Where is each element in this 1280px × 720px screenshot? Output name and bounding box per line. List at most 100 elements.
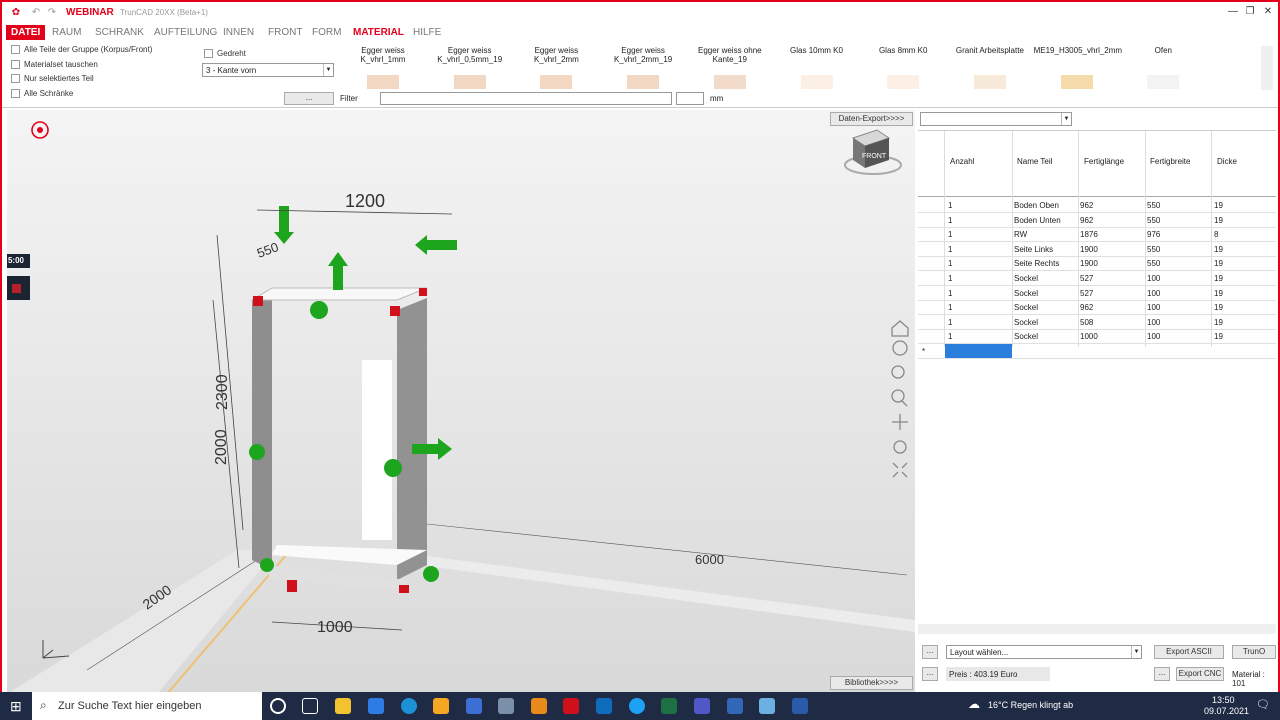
app-icon-3[interactable]: [531, 698, 547, 714]
zoom-icon[interactable]: [891, 389, 905, 403]
table-row[interactable]: 1 RW 1876 976 8: [918, 227, 1276, 243]
material-swatch[interactable]: [367, 75, 399, 89]
table-cell[interactable]: 1: [948, 332, 952, 341]
kante-select[interactable]: 3 - Kante vorn ▼: [202, 63, 334, 77]
material-label[interactable]: Egger weiss K_vhrl_0,5mm_19: [427, 46, 513, 64]
table-row[interactable]: 1 Sockel 962 100 19: [918, 300, 1276, 316]
table-cell[interactable]: Seite Rechts: [1014, 259, 1059, 268]
export-ascii-button[interactable]: Export ASCII: [1154, 645, 1224, 659]
clock-time[interactable]: 13:50: [1212, 695, 1235, 705]
material-label[interactable]: ME19_H3005_vhrl_2mm: [1034, 46, 1123, 55]
table-cell[interactable]: 1876: [1080, 230, 1098, 239]
table-cell[interactable]: 19: [1214, 245, 1223, 254]
redo-icon[interactable]: ↷: [46, 7, 58, 19]
material-swatch[interactable]: [887, 75, 920, 89]
col-anzahl[interactable]: Anzahl: [950, 157, 974, 166]
app-icon-5[interactable]: [759, 698, 775, 714]
material-label[interactable]: Glas 8mm K0: [860, 46, 946, 55]
table-cell[interactable]: 19: [1214, 201, 1223, 210]
cortana-icon[interactable]: [270, 698, 286, 714]
menu-aufteilung[interactable]: AUFTEILUNG: [154, 27, 217, 38]
table-cell[interactable]: 962: [1080, 216, 1093, 225]
material-swatch[interactable]: [800, 75, 833, 89]
table-cell[interactable]: Sockel: [1014, 318, 1038, 327]
orbit-icon[interactable]: [892, 340, 908, 356]
truncad-icon[interactable]: [563, 698, 579, 714]
pan-icon[interactable]: [892, 414, 908, 430]
table-cell[interactable]: RW: [1014, 230, 1027, 239]
record-button[interactable]: [7, 276, 30, 300]
menu-raum[interactable]: RAUM: [52, 27, 81, 38]
layout-top-select[interactable]: ▼: [920, 112, 1072, 126]
trun-button[interactable]: TrunO: [1232, 645, 1276, 659]
menu-form[interactable]: FORM: [312, 27, 341, 38]
rotate-icon[interactable]: [893, 440, 907, 454]
col-dicke[interactable]: Dicke: [1217, 157, 1237, 166]
table-cell[interactable]: 1: [948, 289, 952, 298]
table-cell[interactable]: 1: [948, 318, 952, 327]
table-cell[interactable]: 1: [948, 216, 952, 225]
windows-start-icon[interactable]: ⊞: [10, 698, 22, 715]
table-cell[interactable]: 19: [1214, 216, 1223, 225]
table-cell[interactable]: 8: [1214, 230, 1218, 239]
table-cell[interactable]: Sockel: [1014, 303, 1038, 312]
material-label[interactable]: Granit Arbeitsplatte: [947, 46, 1033, 55]
table-cell[interactable]: 1900: [1080, 245, 1098, 254]
table-cell[interactable]: 1900: [1080, 259, 1098, 268]
taskbar-search[interactable]: Zur Suche Text hier eingeben: [32, 692, 262, 720]
table-row[interactable]: 1 Sockel 508 100 19: [918, 315, 1276, 330]
table-cell[interactable]: 1: [948, 274, 952, 283]
zoom-app-icon[interactable]: [368, 698, 384, 714]
close-icon[interactable]: ✕: [1260, 6, 1276, 20]
teams-icon[interactable]: [694, 698, 710, 714]
checkbox-materialset[interactable]: Materialset tauschen: [11, 60, 98, 69]
minimize-icon[interactable]: —: [1225, 6, 1241, 20]
material-label[interactable]: Glas 10mm K0: [774, 46, 860, 55]
excel-icon[interactable]: [661, 698, 677, 714]
menu-datei[interactable]: DATEI: [6, 25, 46, 40]
table-cell[interactable]: 1: [948, 245, 952, 254]
table-cell[interactable]: 550: [1147, 201, 1160, 210]
table-cell[interactable]: 1: [948, 259, 952, 268]
table-cell[interactable]: 19: [1214, 303, 1223, 312]
material-swatch[interactable]: [540, 75, 573, 89]
table-cell[interactable]: 527: [1080, 289, 1093, 298]
table-cell[interactable]: Boden Unten: [1014, 216, 1061, 225]
table-cell[interactable]: 550: [1147, 245, 1160, 254]
word-icon[interactable]: [792, 698, 808, 714]
material-scrollbar[interactable]: [1261, 46, 1273, 90]
table-cell[interactable]: 550: [1147, 216, 1160, 225]
table-cell[interactable]: Sockel: [1014, 274, 1038, 283]
material-swatch[interactable]: [1147, 75, 1180, 89]
table-cell[interactable]: 19: [1214, 332, 1223, 341]
notification-icon[interactable]: 🗨: [1256, 698, 1270, 711]
material-swatch[interactable]: [453, 75, 486, 89]
menu-material[interactable]: MATERIAL: [353, 27, 404, 38]
material-swatch[interactable]: [627, 75, 660, 89]
material-swatch[interactable]: [713, 75, 746, 89]
cnc-dots-button[interactable]: ...: [1154, 667, 1170, 681]
table-cell[interactable]: 550: [1147, 259, 1160, 268]
table-cell[interactable]: Sockel: [1014, 332, 1038, 341]
table-hscrollbar[interactable]: [918, 624, 1276, 634]
table-row[interactable]: 1 Boden Unten 962 550 19: [918, 213, 1276, 228]
menu-innen[interactable]: INNEN: [223, 27, 254, 38]
calculator-icon[interactable]: [498, 698, 514, 714]
home-icon[interactable]: [891, 320, 909, 337]
table-cell[interactable]: Sockel: [1014, 289, 1038, 298]
table-cell[interactable]: Boden Oben: [1014, 201, 1059, 210]
browser-icon[interactable]: [401, 698, 417, 714]
app-icon-2[interactable]: [466, 698, 482, 714]
table-cell[interactable]: 976: [1147, 230, 1160, 239]
price-dots-button[interactable]: ...: [922, 667, 938, 681]
table-row[interactable]: 1 Boden Oben 962 550 19: [918, 198, 1276, 213]
material-label[interactable]: Egger weiss K_vhrl_2mm: [513, 46, 599, 64]
table-cell[interactable]: 19: [1214, 259, 1223, 268]
table-cell[interactable]: 19: [1214, 274, 1223, 283]
table-cell[interactable]: 100: [1147, 332, 1160, 341]
fit-view-icon[interactable]: [892, 462, 908, 478]
checkbox-nur-selektiert[interactable]: Nur selektiertes Teil: [11, 74, 94, 83]
app-icon-4[interactable]: [727, 698, 743, 714]
undo-icon[interactable]: ↶: [30, 7, 42, 19]
table-cell[interactable]: 508: [1080, 318, 1093, 327]
